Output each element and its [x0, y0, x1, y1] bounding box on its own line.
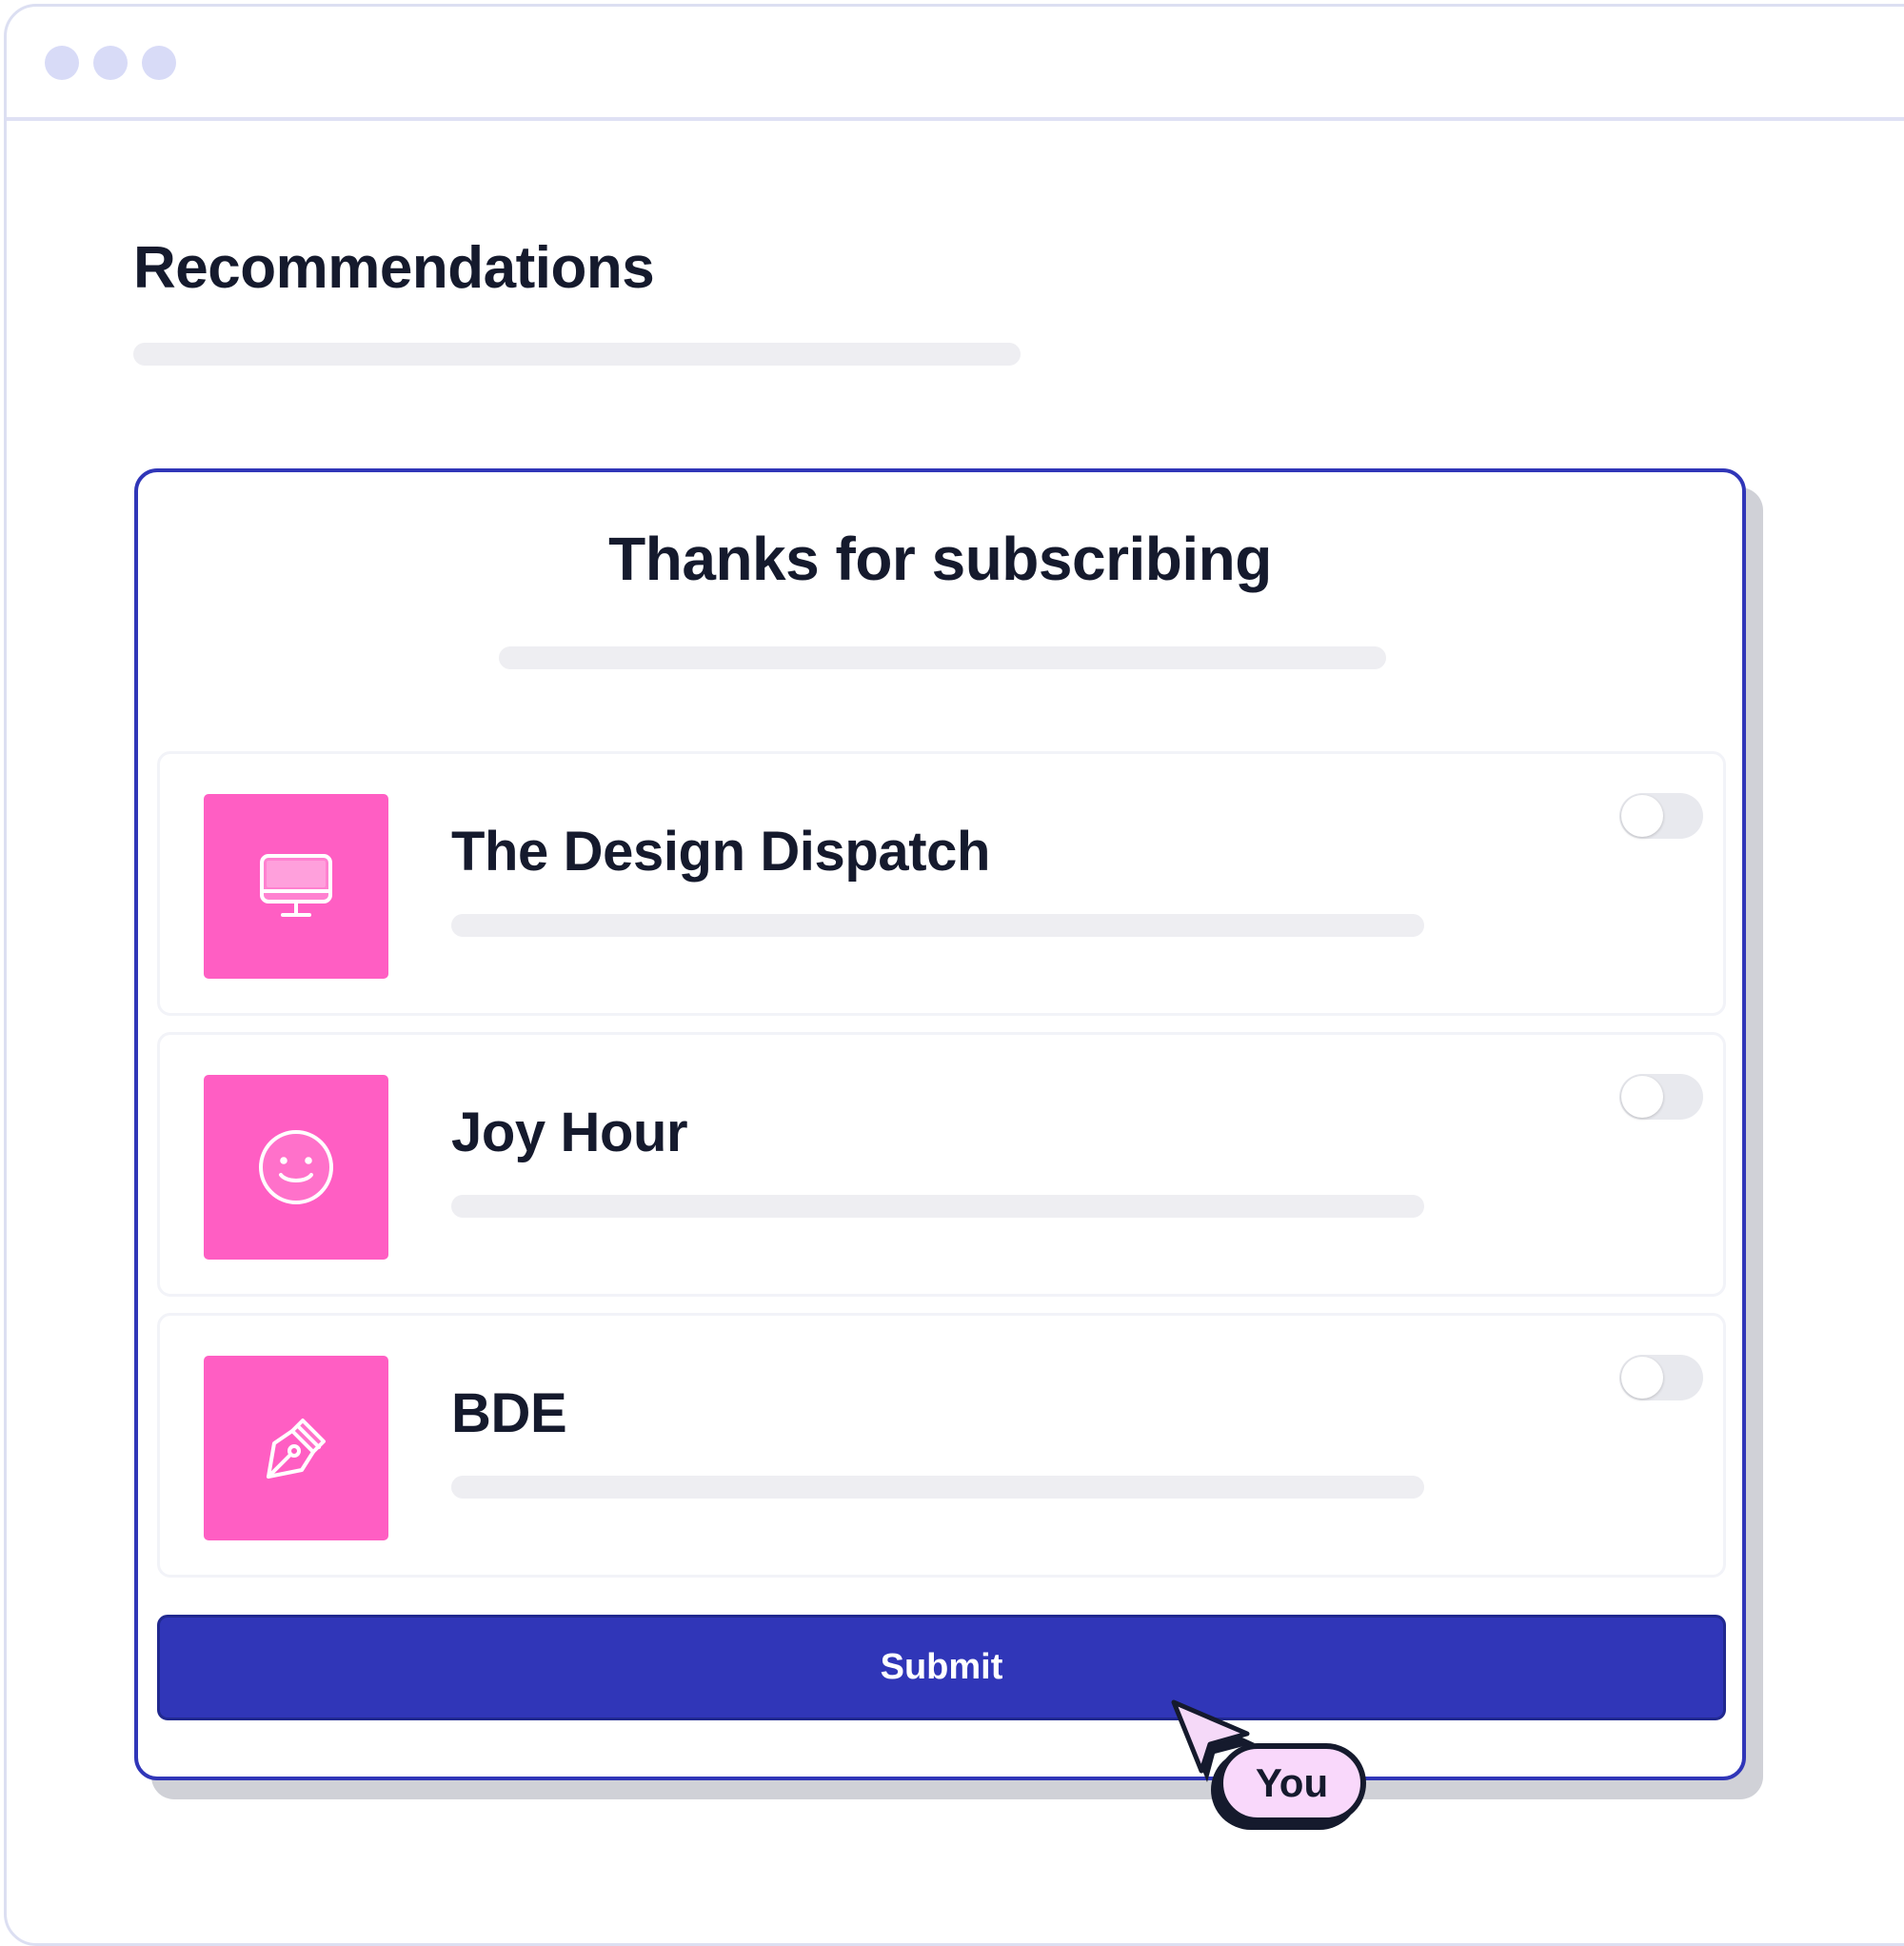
- subscription-toggle[interactable]: [1619, 1074, 1703, 1120]
- recommendation-card: The Design Dispatch: [157, 751, 1726, 1016]
- toggle-knob: [1621, 795, 1663, 837]
- subscription-toggle[interactable]: [1619, 793, 1703, 839]
- recommendation-card: BDE: [157, 1313, 1726, 1578]
- window-dot-icon: [93, 46, 128, 80]
- recommendation-title: Joy Hour: [451, 1102, 688, 1163]
- modal-title: Thanks for subscribing: [608, 525, 1272, 593]
- window-titlebar: [7, 7, 1904, 121]
- recommendation-title: BDE: [451, 1382, 567, 1444]
- modal-subtitle-placeholder: [499, 646, 1386, 669]
- smile-icon: [259, 1130, 333, 1204]
- submit-button[interactable]: Submit: [157, 1615, 1726, 1720]
- subscription-recommendations-modal: Thanks for subscribing The Design Dispat…: [134, 468, 1746, 1780]
- monitor-icon: [260, 854, 332, 917]
- recommendation-icon-tile: [204, 1075, 388, 1260]
- recommendation-icon-tile: [204, 794, 388, 979]
- pen-nib-icon: [267, 1419, 326, 1479]
- browser-window: Recommendations Thanks for subscribing T…: [4, 4, 1904, 1946]
- page-subtitle-placeholder: [133, 343, 1021, 366]
- page-title: Recommendations: [133, 235, 655, 301]
- subscription-toggle[interactable]: [1619, 1355, 1703, 1400]
- user-pointer-badge: You: [1218, 1743, 1366, 1823]
- recommendation-title: The Design Dispatch: [451, 821, 991, 883]
- recommendation-description-placeholder: [451, 914, 1424, 937]
- toggle-knob: [1621, 1357, 1663, 1399]
- recommendation-description-placeholder: [451, 1476, 1424, 1499]
- window-dot-icon: [142, 46, 176, 80]
- recommendation-card: Joy Hour: [157, 1032, 1726, 1297]
- recommendation-description-placeholder: [451, 1195, 1424, 1218]
- recommendation-icon-tile: [204, 1356, 388, 1540]
- window-dot-icon: [45, 46, 79, 80]
- toggle-knob: [1621, 1076, 1663, 1118]
